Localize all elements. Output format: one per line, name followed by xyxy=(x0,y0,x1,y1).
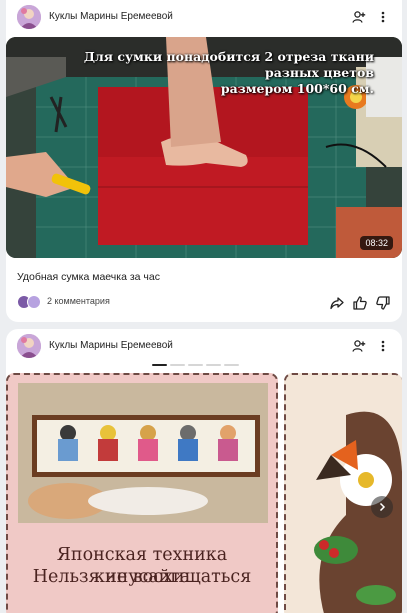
video-title[interactable]: Удобная сумка маечка за час xyxy=(17,271,160,283)
post-footer: 2 комментария xyxy=(6,292,402,314)
thumbs-down-icon[interactable] xyxy=(374,294,392,312)
channel-avatar[interactable] xyxy=(17,5,41,29)
post-header: Куклы Марины Еремеевой xyxy=(6,0,402,34)
chevron-right-icon xyxy=(379,502,386,512)
comment-count[interactable]: 2 комментария xyxy=(47,296,110,306)
video-post-card[interactable]: Куклы Марины Еремеевой Для сумки понадоб… xyxy=(6,0,402,322)
vertical-dots-icon[interactable] xyxy=(376,8,390,26)
thumbs-up-icon[interactable] xyxy=(351,294,369,312)
carousel-dot xyxy=(188,364,203,366)
video-thumbnail[interactable]: Для сумки понадобится 2 отреза ткани раз… xyxy=(6,37,402,258)
commenter-avatar xyxy=(27,295,41,309)
add-person-icon[interactable] xyxy=(350,337,368,355)
carousel-slide[interactable]: Японская техника кинусайга Нельзя не вос… xyxy=(6,373,278,613)
carousel-progress xyxy=(152,364,239,366)
vertical-dots-icon[interactable] xyxy=(376,337,390,355)
butterfly-panel-image xyxy=(286,375,402,613)
overlay-line-3: размером 100*60 см. xyxy=(220,81,374,96)
channel-name[interactable]: Куклы Марины Еремеевой xyxy=(49,11,173,22)
share-arrow-icon[interactable] xyxy=(328,294,346,312)
carousel-dot xyxy=(206,364,221,366)
carousel-post-card[interactable]: Куклы Марины Еремеевой Японская техника … xyxy=(6,329,402,613)
post-header: Куклы Марины Еремеевой xyxy=(6,329,402,363)
carousel-slide-next[interactable] xyxy=(284,373,402,613)
carousel-next-button[interactable] xyxy=(371,496,393,518)
kinusaiga-panel-image xyxy=(18,383,268,523)
channel-name[interactable]: Куклы Марины Еремеевой xyxy=(49,340,173,351)
carousel-dot xyxy=(152,364,167,366)
add-person-icon[interactable] xyxy=(350,8,368,26)
video-duration-badge: 08:32 xyxy=(360,236,393,250)
overlay-line-2: разных цветов xyxy=(265,65,374,80)
overlay-line-1: Для сумки понадобится 2 отреза ткани xyxy=(83,49,374,64)
slide-caption-line-2: Нельзя не восхищаться xyxy=(32,567,252,587)
carousel-dot xyxy=(170,364,185,366)
channel-avatar[interactable] xyxy=(17,334,41,358)
video-overlay-text: Для сумки понадобится 2 отреза ткани раз… xyxy=(84,49,374,97)
commenter-avatars[interactable] xyxy=(17,295,43,309)
carousel-dot xyxy=(224,364,239,366)
